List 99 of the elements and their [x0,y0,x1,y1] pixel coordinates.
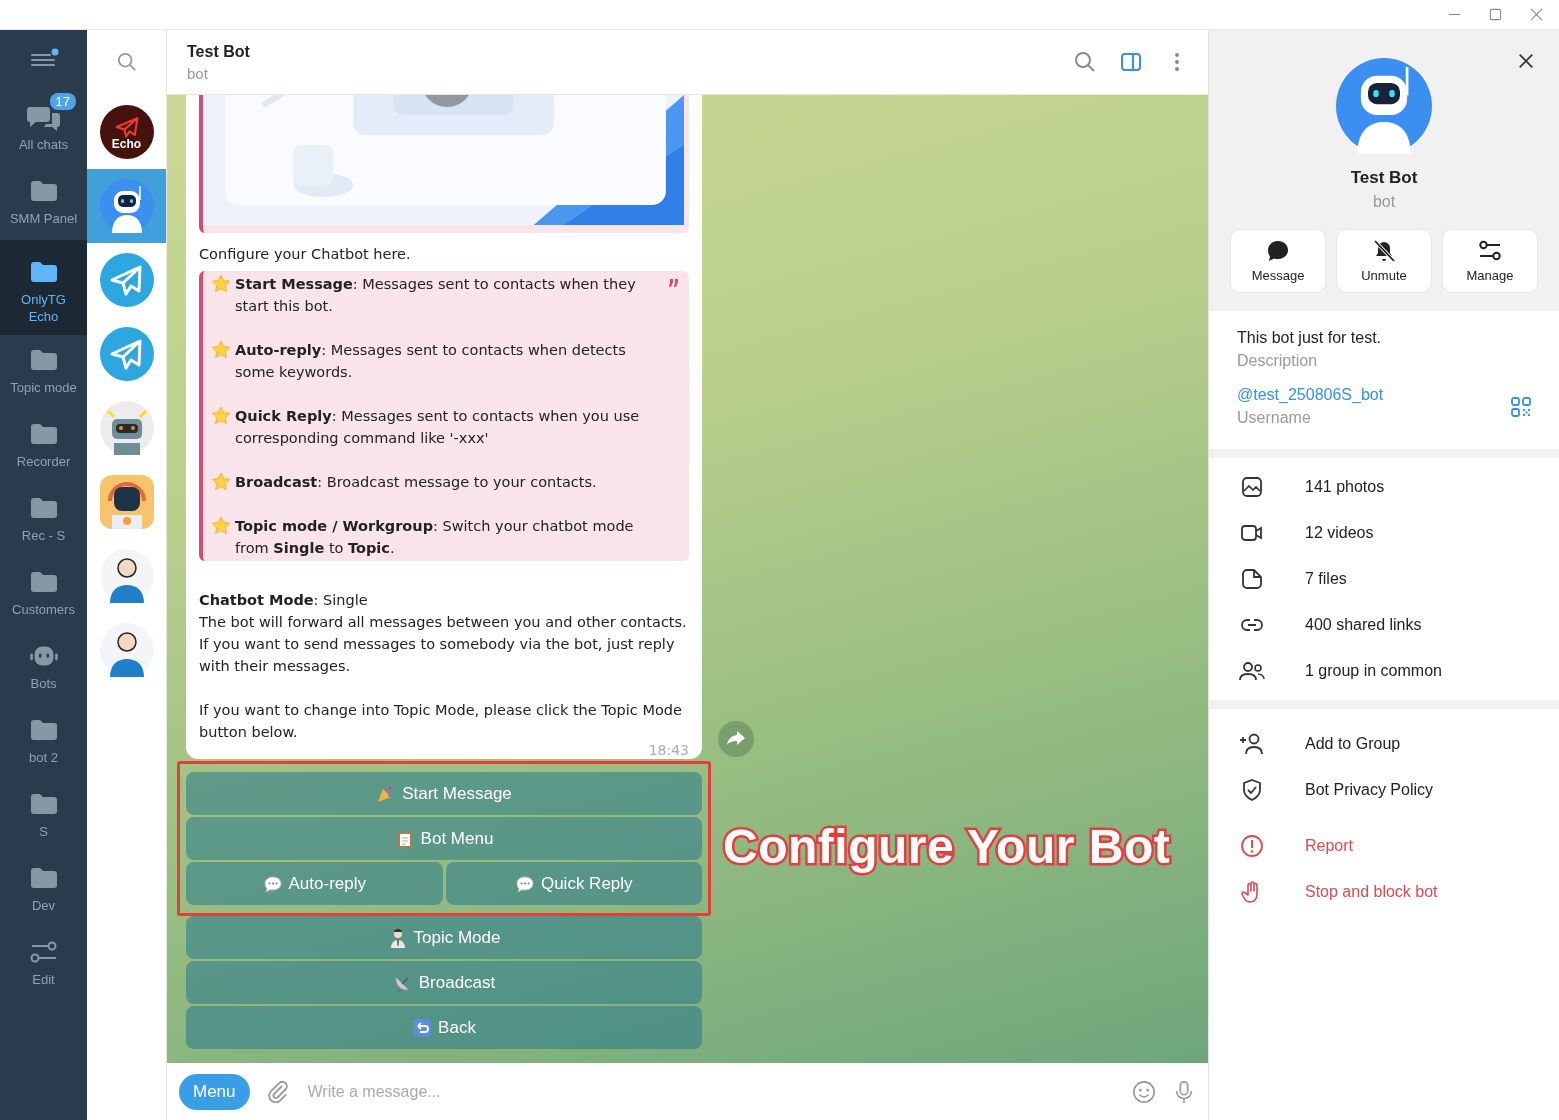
shared-media-item[interactable]: 400 shared links [1209,602,1559,648]
folder-icon [29,496,58,520]
folder-tab[interactable]: 17 All chats [0,92,87,166]
person-avatar [99,623,154,677]
chat-subtitle: bot [187,64,209,82]
shared-media-item[interactable]: 141 photos [1209,464,1559,510]
profile-name: Test Bot [1350,168,1418,188]
folder-tab[interactable]: S [0,779,87,853]
message-text: If you want to change into Topic Mode, please click the Topic Mode button below. [199,701,683,742]
sliders-icon [29,940,58,964]
field-label: Description [1237,352,1319,370]
chat-item[interactable]: Echo [87,95,166,169]
unread-badge: 17 [47,91,78,112]
message-input[interactable]: Write a message... [305,1075,1116,1108]
profile-action[interactable]: Bot Privacy Policy [1209,767,1559,813]
unmute-button[interactable]: Unmute [1336,229,1432,293]
field-label: Username [1237,409,1312,427]
chat-title: Test Bot [187,42,251,61]
folder-tab[interactable]: Edit [0,927,87,1001]
bell-off-icon [1372,239,1396,263]
forward-button[interactable] [718,721,754,757]
profile-action[interactable]: Stop and block bot [1209,869,1559,915]
sliders-icon [1478,239,1502,263]
speech-bubble-icon [1266,239,1290,263]
sidebar-toggle-icon[interactable] [1120,51,1142,73]
folder-icon [29,348,58,372]
folder-icon [29,866,58,890]
folder-tab[interactable]: Dev [0,853,87,927]
message-text: Configure your Chatbot here. [199,245,412,264]
maximize-icon[interactable] [1489,8,1502,21]
search-icon[interactable] [116,52,137,72]
folder-tab[interactable]: OnlyTG Echo [0,240,87,335]
folder-icon [29,792,58,816]
keyboard-button[interactable]: Topic Mode [186,916,702,959]
folder-tab[interactable]: SMM Panel [0,166,87,240]
mode-line: Chatbot Mode: Single [199,591,369,610]
keyboard-button[interactable]: Quick Reply [445,862,702,905]
paper-plane-avatar [99,253,154,307]
message-button[interactable]: Message [1230,229,1326,293]
description-text: This bot just for test. [1237,329,1382,347]
folder-icon [29,718,58,742]
add-user-icon [1239,732,1265,756]
alert-icon [1239,834,1265,858]
folder-icon [29,179,58,203]
person-avatar [99,549,154,603]
keyboard-button[interactable]: Back [186,1006,702,1049]
manage-button[interactable]: Manage [1442,229,1538,293]
folder-tab[interactable]: Topic mode [0,335,87,409]
robot-avatar [99,475,154,529]
shared-media-item[interactable]: 7 files [1209,556,1559,602]
chat-item[interactable] [87,169,166,243]
shared-media-item[interactable]: 1 group in common [1209,648,1559,694]
emoji-icon[interactable] [1132,1079,1156,1104]
star-icon [211,406,231,426]
folder-tab[interactable]: Customers [0,557,87,631]
folder-tab[interactable]: bot 2 [0,705,87,779]
image-icon [1239,475,1265,499]
keyboard-button[interactable]: Bot Menu [186,817,702,860]
annotation-text: Configure Your Bot [723,819,1171,874]
folder-tab[interactable]: Rec - S [0,483,87,557]
people-icon [1239,659,1265,683]
keyboard-button[interactable]: Auto-reply [186,862,443,905]
keyboard-button[interactable]: Broadcast [186,961,702,1004]
bot-icon [29,644,58,668]
feature-description: Quick Reply: Messages sent to contacts when you use corresponding command like '-xxx' [235,407,641,448]
star-icon [211,472,231,492]
feature-description: Topic mode / Workgroup: Switch your chatbot mode from Single to Topic. [235,517,635,558]
message-time: 18:43 [648,743,689,757]
file-icon [1239,567,1265,591]
message-text: The bot will forward all messages between you and other contacts. If you want to send messages to somebody via the bot, just reply with their messages. [199,613,688,676]
folder-icon [29,422,58,446]
star-icon [211,516,231,536]
attach-icon[interactable] [265,1079,290,1104]
qr-code-icon[interactable] [1511,396,1531,417]
chat-avatar: Echo [99,105,154,159]
paper-plane-avatar [99,327,154,381]
feature-description: Broadcast: Broadcast message to your contacts. [235,473,598,492]
robot-avatar [99,179,154,233]
menu-button[interactable]: Menu [179,1073,250,1110]
profile-subtitle: bot [1372,193,1396,211]
star-icon [211,340,231,360]
folder-icon [29,570,58,594]
speech-bubble-icon [514,873,535,894]
feature-description: Auto-reply: Messages sent to contacts when detects some keywords. [235,341,627,382]
profile-action[interactable]: Add to Group [1209,721,1559,767]
feature-description: Start Message: Messages sent to contacts when they start this bot. [235,275,637,316]
shared-media-item[interactable]: 12 videos [1209,510,1559,556]
keyboard-button[interactable]: Start Message [186,772,702,815]
robot-avatar [99,401,154,455]
folder-tab[interactable]: Bots [0,631,87,705]
folder-icon [29,260,58,284]
username-link[interactable]: @test_250806S_bot [1237,386,1384,404]
search-icon[interactable] [1074,51,1096,73]
profile-action[interactable]: Report [1209,823,1559,869]
quote-icon [669,279,679,287]
speech-bubble-icon [262,873,283,894]
close-icon[interactable] [1517,52,1535,70]
star-icon [211,274,231,294]
folder-tab[interactable]: Recorder [0,409,87,483]
